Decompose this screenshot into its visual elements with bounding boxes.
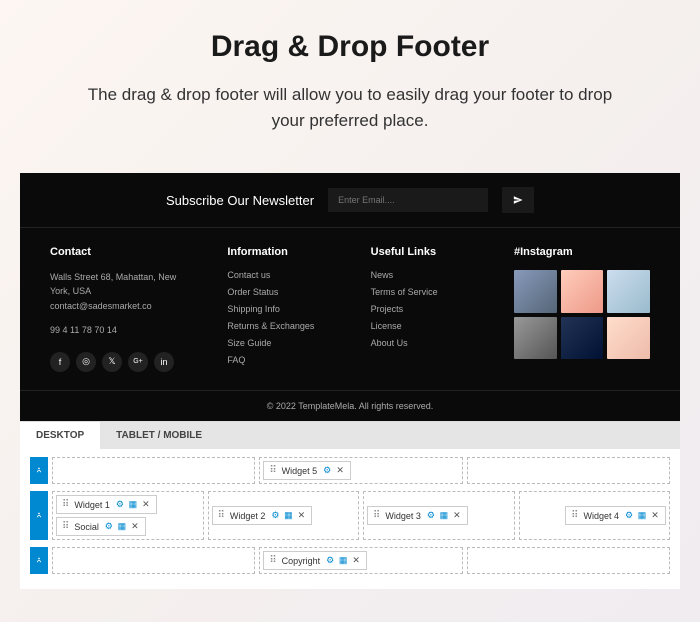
contact-title: Contact [50,246,197,258]
close-icon[interactable]: ✕ [650,511,660,521]
widget-4-block[interactable]: ⠿ Widget 4 ⚙ ▦ ✕ [565,506,666,525]
builder-row: ⠿ Widget 5 ⚙ ✕ [30,457,670,484]
info-link[interactable]: Returns & Exchanges [227,321,340,331]
footer-col-useful-links: Useful Links News Terms of Service Proje… [371,246,484,372]
close-icon[interactable]: ✕ [351,556,361,566]
gear-icon[interactable]: ⚙ [270,511,280,521]
gear-icon[interactable]: ⚙ [325,556,335,566]
builder-row: ⠿ Widget 1 ⚙ ▦ ✕ ⠿ Social ⚙ ▦ ✕ [30,491,670,540]
information-title: Information [227,246,340,258]
footer-col-information: Information Contact us Order Status Ship… [227,246,340,372]
copyright-text: © 2022 TemplateMela. All rights reserved… [20,390,680,421]
drag-handle-icon[interactable]: ⠿ [373,510,380,521]
gear-icon[interactable]: ⚙ [322,466,332,476]
row-settings-handle[interactable] [30,491,48,540]
gear-icon[interactable]: ⚙ [104,522,114,532]
drag-handle-icon[interactable]: ⠿ [269,465,276,476]
newsletter-email-input[interactable] [328,188,488,212]
useful-link[interactable]: About Us [371,338,484,348]
tab-tablet-mobile[interactable]: TABLET / MOBILE [100,422,218,449]
layout-icon[interactable]: ▦ [637,511,647,521]
gear-icon[interactable]: ⚙ [624,511,634,521]
newsletter-label: Subscribe Our Newsletter [166,193,314,208]
useful-link[interactable]: News [371,270,484,280]
close-icon[interactable]: ✕ [141,500,151,510]
useful-link[interactable]: Projects [371,304,484,314]
builder-tabs: DESKTOP TABLET / MOBILE [20,422,680,449]
newsletter-row: Subscribe Our Newsletter [20,173,680,228]
gear-icon[interactable]: ⚙ [115,500,125,510]
hero-description: The drag & drop footer will allow you to… [80,82,620,133]
layout-icon[interactable]: ▦ [439,511,449,521]
widget-3-block[interactable]: ⠿ Widget 3 ⚙ ▦ ✕ [367,506,468,525]
info-link[interactable]: FAQ [227,355,340,365]
twitter-icon[interactable]: 𝕏 [102,352,122,372]
facebook-icon[interactable]: f [50,352,70,372]
widget-2-block[interactable]: ⠿ Widget 2 ⚙ ▦ ✕ [212,506,313,525]
instagram-title: #Instagram [514,246,650,258]
layout-icon[interactable]: ▦ [128,500,138,510]
instagram-thumb[interactable] [514,270,557,313]
layout-icon[interactable]: ▦ [283,511,293,521]
tab-desktop[interactable]: DESKTOP [20,422,100,449]
close-icon[interactable]: ✕ [296,511,306,521]
useful-link[interactable]: Terms of Service [371,287,484,297]
close-icon[interactable]: ✕ [452,511,462,521]
drag-handle-icon[interactable]: ⠿ [62,499,69,510]
layout-icon[interactable]: ▦ [117,522,127,532]
googleplus-icon[interactable]: G+ [128,352,148,372]
widget-social-block[interactable]: ⠿ Social ⚙ ▦ ✕ [56,517,146,536]
instagram-thumb[interactable] [607,317,650,360]
widget-copyright-block[interactable]: ⠿ Copyright ⚙ ▦ ✕ [263,551,367,570]
drag-handle-icon[interactable]: ⠿ [269,555,276,566]
send-icon [513,193,523,208]
info-link[interactable]: Order Status [227,287,340,297]
instagram-thumb[interactable] [561,270,604,313]
instagram-thumb[interactable] [561,317,604,360]
contact-email: contact@sadesmarket.co [50,299,197,313]
instagram-icon[interactable]: ◎ [76,352,96,372]
info-link[interactable]: Shipping Info [227,304,340,314]
layout-icon[interactable]: ▦ [338,556,348,566]
info-link[interactable]: Contact us [227,270,340,280]
contact-phone: 99 4 11 78 70 14 [50,323,197,337]
drag-handle-icon[interactable]: ⠿ [62,521,69,532]
linkedin-icon[interactable]: in [154,352,174,372]
drag-handle-icon[interactable]: ⠿ [571,510,578,521]
footer-col-contact: Contact Walls Street 68, Mahattan, New Y… [50,246,197,372]
widget-5-block[interactable]: ⠿ Widget 5 ⚙ ✕ [263,461,351,480]
instagram-thumb[interactable] [607,270,650,313]
hero-title: Drag & Drop Footer [20,30,680,64]
newsletter-send-button[interactable] [502,187,534,213]
gear-icon[interactable]: ⚙ [426,511,436,521]
layout-builder: DESKTOP TABLET / MOBILE ⠿ Widget 5 ⚙ ✕ [20,421,680,589]
footer-preview: Subscribe Our Newsletter Contact Walls S… [20,173,680,421]
useful-link[interactable]: License [371,321,484,331]
contact-address: Walls Street 68, Mahattan, New York, USA [50,270,197,299]
instagram-thumb[interactable] [514,317,557,360]
footer-col-instagram: #Instagram [514,246,650,372]
builder-row: ⠿ Copyright ⚙ ▦ ✕ [30,547,670,574]
drag-handle-icon[interactable]: ⠿ [218,510,225,521]
row-settings-handle[interactable] [30,547,48,574]
info-link[interactable]: Size Guide [227,338,340,348]
widget-1-block[interactable]: ⠿ Widget 1 ⚙ ▦ ✕ [56,495,157,514]
useful-links-title: Useful Links [371,246,484,258]
close-icon[interactable]: ✕ [130,522,140,532]
close-icon[interactable]: ✕ [335,466,345,476]
row-settings-handle[interactable] [30,457,48,484]
